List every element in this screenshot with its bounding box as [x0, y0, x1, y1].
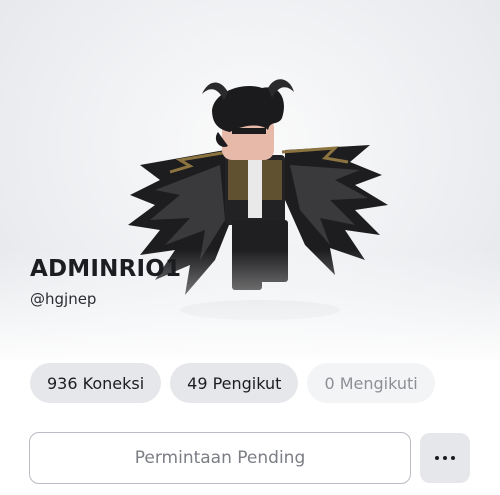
stats-row: 936 Koneksi 49 Pengikut 0 Mengikuti: [30, 363, 435, 403]
display-name: ADMINRIO1: [30, 256, 182, 282]
following-count-button[interactable]: 0 Mengikuti: [307, 363, 435, 403]
more-options-button[interactable]: [420, 433, 470, 483]
connections-count-button[interactable]: 936 Koneksi: [30, 363, 162, 403]
username: @hgjnep: [30, 290, 97, 308]
pending-request-button[interactable]: Permintaan Pending: [29, 432, 411, 484]
ellipsis-horizontal-icon: [435, 456, 455, 460]
followers-count-button[interactable]: 49 Pengikut: [170, 363, 299, 403]
